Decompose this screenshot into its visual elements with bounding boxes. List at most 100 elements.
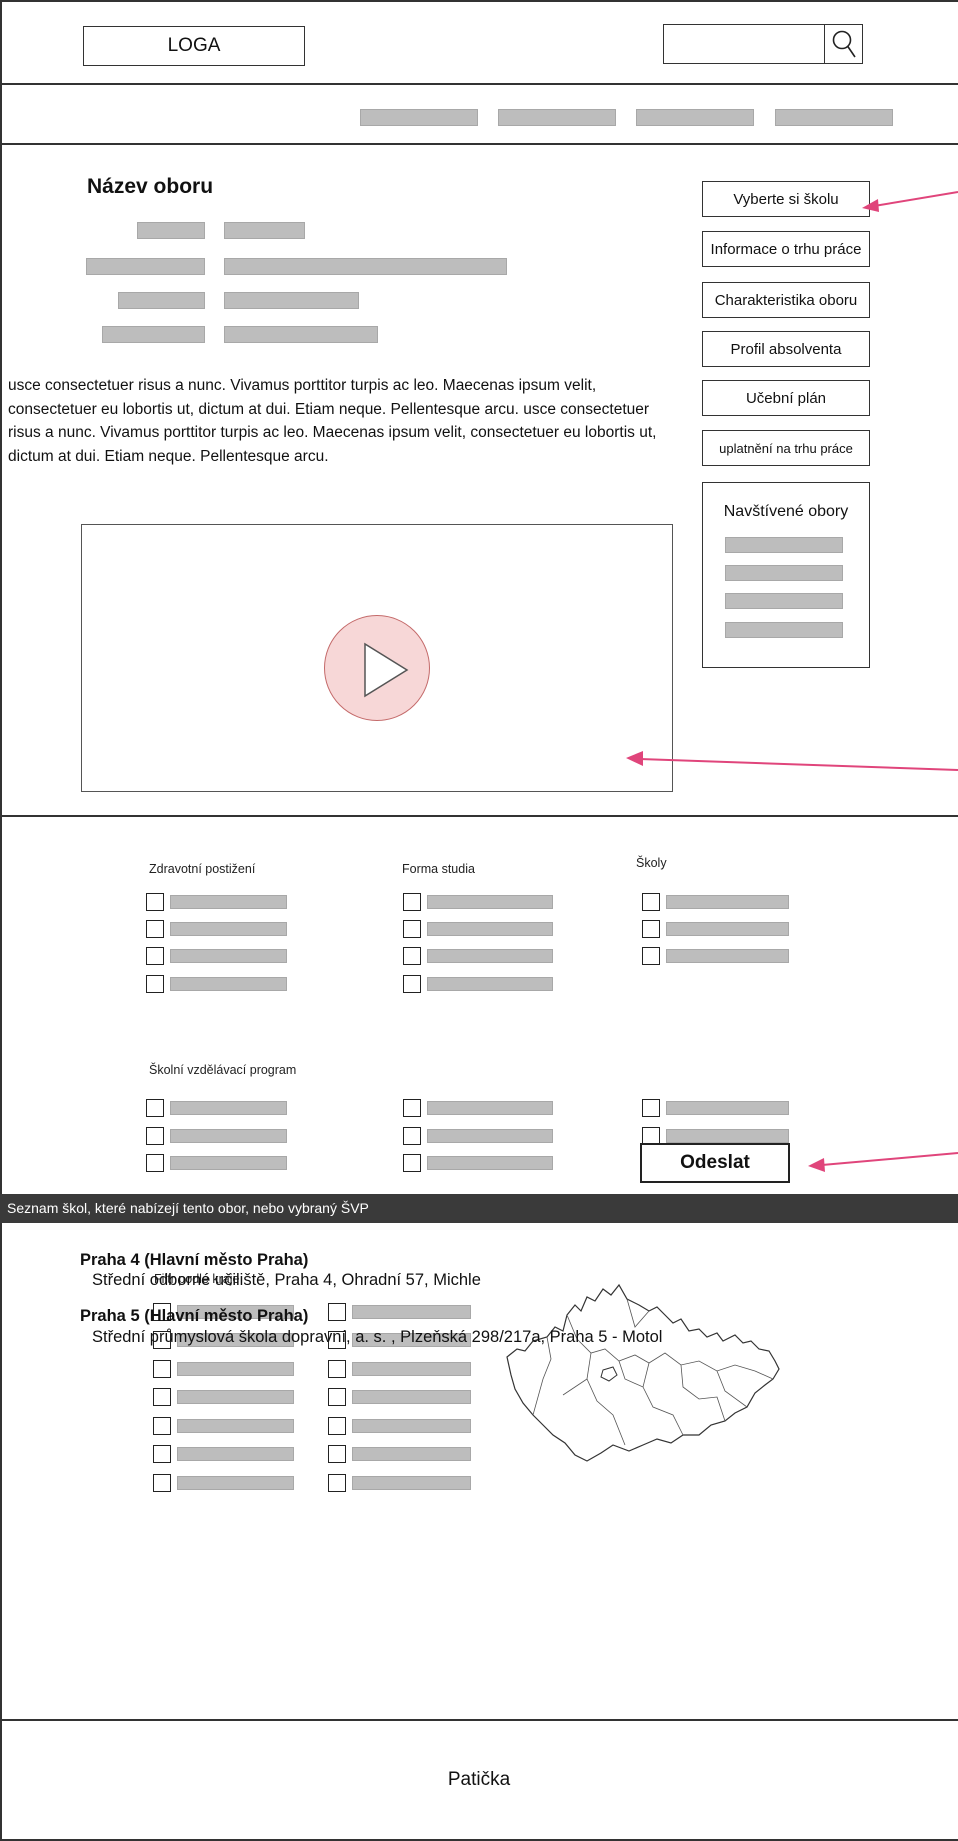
labour-market-info-button[interactable]: Informace o trhu práce — [702, 231, 870, 267]
region-option[interactable] — [153, 1388, 294, 1406]
search-input[interactable] — [663, 24, 863, 64]
checkbox[interactable] — [403, 975, 421, 993]
checkbox[interactable] — [328, 1474, 346, 1492]
filter-option[interactable] — [403, 893, 553, 911]
content-divider — [0, 815, 958, 817]
checkbox[interactable] — [642, 1099, 660, 1117]
filter-option[interactable] — [403, 1154, 553, 1172]
checkbox[interactable] — [328, 1417, 346, 1435]
checkbox[interactable] — [328, 1445, 346, 1463]
checkbox[interactable] — [153, 1388, 171, 1406]
video-player[interactable] — [81, 524, 673, 792]
filter-option[interactable] — [146, 1099, 287, 1117]
school-name[interactable]: Střední odborné učiliště, Praha 4, Ohrad… — [92, 1271, 481, 1290]
field-characteristics-button[interactable]: Charakteristika oboru — [702, 282, 870, 318]
checkbox[interactable] — [328, 1388, 346, 1406]
footer-text: Patička — [447, 1769, 511, 1790]
visited-field-link[interactable] — [725, 565, 843, 581]
graduate-profile-button[interactable]: Profil absolventa — [702, 331, 870, 367]
region-option[interactable] — [153, 1417, 294, 1435]
region-option[interactable] — [328, 1360, 471, 1378]
checkbox[interactable] — [642, 947, 660, 965]
submit-button[interactable]: Odeslat — [640, 1143, 790, 1183]
curriculum-button[interactable]: Učební plán — [702, 380, 870, 416]
play-button[interactable] — [324, 615, 430, 721]
filter-option[interactable] — [403, 1099, 553, 1117]
choose-school-button[interactable]: Vyberte si školu — [702, 181, 870, 217]
filter-option[interactable] — [642, 893, 789, 911]
checkbox[interactable] — [403, 1127, 421, 1145]
filter-option[interactable] — [403, 975, 553, 993]
option-label-placeholder — [170, 1156, 287, 1170]
checkbox[interactable] — [403, 947, 421, 965]
checkbox[interactable] — [642, 920, 660, 938]
filter-option[interactable] — [146, 1154, 287, 1172]
option-label-placeholder — [352, 1305, 471, 1319]
employment-button[interactable]: uplatnění na trhu práce — [702, 430, 870, 466]
checkbox[interactable] — [146, 1099, 164, 1117]
nav-item[interactable] — [636, 109, 754, 126]
school-list-header: Seznam škol, které nabízejí tento obor, … — [0, 1194, 958, 1223]
checkbox[interactable] — [403, 1099, 421, 1117]
filter-option[interactable] — [146, 1127, 287, 1145]
filter-option[interactable] — [642, 947, 789, 965]
filter-option[interactable] — [642, 920, 789, 938]
checkbox[interactable] — [146, 947, 164, 965]
filter-option[interactable] — [146, 975, 287, 993]
region-option[interactable] — [153, 1474, 294, 1492]
region-option[interactable] — [328, 1445, 471, 1463]
nav-item[interactable] — [498, 109, 616, 126]
region-option[interactable] — [153, 1445, 294, 1463]
region-map[interactable] — [503, 1275, 783, 1470]
filter-option[interactable] — [403, 1127, 553, 1145]
visited-field-link[interactable] — [725, 537, 843, 553]
region-option[interactable] — [328, 1417, 471, 1435]
checkbox[interactable] — [146, 893, 164, 911]
school-name[interactable]: Střední průmyslová škola dopravní, a. s.… — [92, 1328, 662, 1347]
region-option[interactable] — [328, 1303, 471, 1321]
checkbox[interactable] — [642, 893, 660, 911]
region-option[interactable] — [328, 1388, 471, 1406]
checkbox[interactable] — [403, 893, 421, 911]
logo-text: LOGA — [167, 35, 221, 56]
filter-option[interactable] — [146, 920, 287, 938]
school-region: Praha 4 (Hlavní město Praha) — [80, 1251, 309, 1269]
region-option[interactable] — [153, 1360, 294, 1378]
option-label-placeholder — [177, 1476, 294, 1490]
annotation-arrow — [626, 751, 958, 771]
filter-title-svp: Školní vzdělávací program — [149, 1063, 297, 1077]
filter-option[interactable] — [642, 1099, 789, 1117]
option-label-placeholder — [352, 1419, 471, 1433]
submit-label: Odeslat — [680, 1152, 750, 1173]
checkbox[interactable] — [146, 1127, 164, 1145]
checkbox[interactable] — [403, 1154, 421, 1172]
checkbox[interactable] — [153, 1417, 171, 1435]
search-button[interactable] — [824, 25, 862, 63]
checkbox[interactable] — [146, 975, 164, 993]
filter-option[interactable] — [403, 920, 553, 938]
field-description: usce consectetuer risus a nunc. Vivamus … — [8, 377, 657, 465]
checkbox[interactable] — [146, 1154, 164, 1172]
filter-option[interactable] — [146, 947, 287, 965]
nav-item[interactable] — [775, 109, 893, 126]
nav-item[interactable] — [360, 109, 478, 126]
visited-field-link[interactable] — [725, 593, 843, 609]
checkbox[interactable] — [153, 1360, 171, 1378]
option-label-placeholder — [170, 977, 287, 991]
checkbox[interactable] — [146, 920, 164, 938]
filter-option[interactable] — [403, 947, 553, 965]
checkbox[interactable] — [153, 1474, 171, 1492]
logo[interactable]: LOGA — [83, 26, 305, 66]
checkbox[interactable] — [153, 1445, 171, 1463]
visited-field-link[interactable] — [725, 622, 843, 638]
filter-title-disability: Zdravotní postižení — [149, 862, 256, 876]
region-option[interactable] — [328, 1474, 471, 1492]
option-label-placeholder — [427, 1129, 553, 1143]
checkbox[interactable] — [328, 1303, 346, 1321]
info-label-placeholder — [102, 326, 205, 343]
option-label-placeholder — [177, 1447, 294, 1461]
filter-title-study-form: Forma studia — [402, 862, 475, 876]
filter-option[interactable] — [146, 893, 287, 911]
checkbox[interactable] — [403, 920, 421, 938]
checkbox[interactable] — [328, 1360, 346, 1378]
